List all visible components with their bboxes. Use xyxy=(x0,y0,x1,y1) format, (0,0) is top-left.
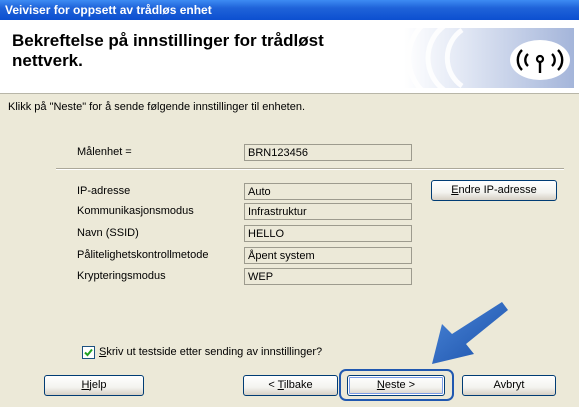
help-button[interactable]: Hjelp xyxy=(44,375,144,396)
next-mnemonic: N xyxy=(376,379,385,391)
change-ip-label: ndre IP-adresse xyxy=(458,184,537,196)
arrow-pointer-icon xyxy=(426,298,508,368)
checkmark-icon xyxy=(84,348,93,357)
next-label: este > xyxy=(384,379,416,391)
setting-value-ip: Auto xyxy=(244,183,412,200)
page-title: Bekreftelse på innstillinger for trådløs… xyxy=(12,31,324,70)
setting-value-ssid: HELLO xyxy=(244,225,412,242)
instruction-text: Klikk på "Neste" for å sende følgende in… xyxy=(8,101,306,113)
help-label: jelp xyxy=(89,379,107,391)
window-titlebar: Veiviser for oppsett av trådløs enhet xyxy=(0,0,579,20)
back-prefix: < xyxy=(268,379,278,391)
setting-label-mode: Kommunikasjonsmodus xyxy=(77,205,194,217)
setting-label-ssid: Navn (SSID) xyxy=(77,227,139,239)
change-ip-mnemonic: E xyxy=(451,184,459,196)
setting-label-encryption: Krypteringsmodus xyxy=(77,270,166,282)
back-button[interactable]: < Tilbake xyxy=(243,375,338,396)
setting-value-encryption: WEP xyxy=(244,268,412,285)
setting-label-ip: IP-adresse xyxy=(77,185,131,197)
setting-value-mode: Infrastruktur xyxy=(244,203,412,220)
cancel-button[interactable]: Avbryt xyxy=(462,375,556,396)
back-label: ilbake xyxy=(283,379,313,391)
wireless-signal-icon xyxy=(404,28,574,88)
target-device-value: BRN123456 xyxy=(244,144,412,161)
change-ip-address-button[interactable]: Endre IP-adresse xyxy=(431,180,557,201)
next-button[interactable]: Neste > xyxy=(347,375,445,396)
print-test-page-label[interactable]: Skriv ut testside etter sending av innst… xyxy=(99,346,322,358)
divider xyxy=(56,168,564,170)
print-test-page-text: kriv ut testside etter sending av innsti… xyxy=(106,346,323,358)
print-test-page-checkbox[interactable] xyxy=(82,346,95,359)
setting-value-auth: Åpent system xyxy=(244,247,412,264)
setting-label-auth: Pålitelighetskontrollmetode xyxy=(77,249,209,261)
window-title: Veiviser for oppsett av trådløs enhet xyxy=(5,3,212,17)
wizard-header: Bekreftelse på innstillinger for trådløs… xyxy=(0,20,579,94)
target-device-label: Målenhet = xyxy=(77,146,132,158)
